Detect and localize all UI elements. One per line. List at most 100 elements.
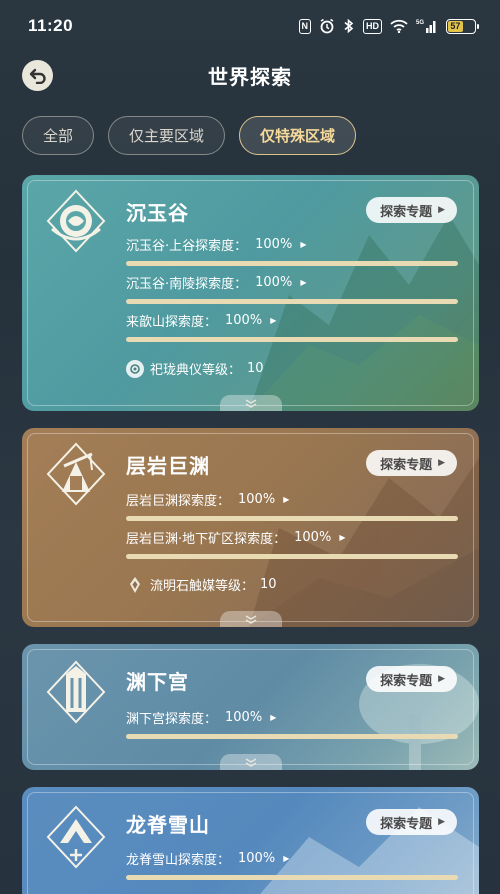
topic-button-label: 探索专题 (380, 457, 433, 473)
progress-track (126, 734, 458, 739)
signal-icon: 5G (416, 18, 438, 34)
progress-row: 层岩巨渊·地下矿区探索度： 100% ▶ (126, 528, 458, 559)
region-name: 龙脊雪山 (126, 813, 210, 837)
progress-label: 来歆山探索度： 100% ▶ (126, 311, 458, 330)
progress-fill (126, 261, 458, 266)
progress-row: 沉玉谷·上谷探索度： 100% ▶ (126, 235, 458, 266)
progress-label-text: 来歆山探索度： (126, 314, 218, 330)
progress-label-text: 沉玉谷·南陵探索度： (126, 276, 248, 292)
progress-track (126, 875, 458, 880)
caret-right-icon: ▶ (300, 277, 307, 287)
progress-row: 渊下宫探索度： 100% ▶ (126, 708, 458, 739)
caret-right-icon: ▶ (339, 532, 346, 542)
play-arrow-icon: ▶ (438, 674, 445, 684)
header: 世界探索 (0, 52, 500, 100)
caret-right-icon: ▶ (270, 712, 277, 722)
progress-value: 100% (255, 236, 293, 252)
region-card-chenyu-valley[interactable]: 沉玉谷 探索专题 ▶ 沉玉谷·上谷探索度： 100% ▶ 沉玉谷·南陵探索度： … (22, 175, 479, 411)
progress-label-text: 渊下宫探索度： (126, 711, 218, 727)
tab-special-regions[interactable]: 仅特殊区域 (239, 116, 357, 155)
status-icons: N HD 5G 57 (298, 18, 479, 34)
progress-fill (126, 337, 458, 342)
progress-value: 100% (238, 491, 276, 507)
level-row: 流明石触媒等级： 10 (126, 575, 277, 594)
progress-track (126, 554, 458, 559)
wifi-icon (390, 19, 408, 33)
hd-icon: HD (363, 18, 382, 34)
progress-track (126, 516, 458, 521)
progress-fill (126, 299, 458, 304)
topic-button[interactable]: 探索专题 ▶ (366, 809, 457, 835)
level-label: 流明石触媒等级： (150, 579, 255, 594)
progress-track (126, 299, 458, 304)
topic-button-label: 探索专题 (380, 204, 433, 220)
topic-button[interactable]: 探索专题 ▶ (366, 666, 457, 692)
progress-fill (126, 554, 458, 559)
progress-row: 来歆山探索度： 100% ▶ (126, 311, 458, 342)
caret-right-icon: ▶ (283, 494, 290, 504)
battery-icon: 57 (446, 18, 479, 34)
level-row: 祀珑典仪等级： 10 (126, 359, 264, 378)
caret-right-icon: ▶ (300, 239, 307, 249)
topic-button[interactable]: 探索专题 ▶ (366, 450, 457, 476)
progress-value: 100% (225, 312, 263, 328)
level-value: 10 (260, 577, 277, 592)
progress-label-text: 龙脊雪山探索度： (126, 852, 231, 868)
page-title: 世界探索 (208, 65, 292, 89)
chevron-down-icon (245, 758, 256, 767)
region-card-chasm[interactable]: 层岩巨渊 探索专题 ▶ 层岩巨渊探索度： 100% ▶ 层岩巨渊·地下矿区探索度… (22, 428, 479, 627)
progress-row: 沉玉谷·南陵探索度： 100% ▶ (126, 273, 458, 304)
play-arrow-icon: ▶ (438, 458, 445, 468)
filter-tabs: 全部 仅主要区域 仅特殊区域 (22, 116, 357, 155)
lumenstone-icon (126, 576, 144, 594)
progress-label: 沉玉谷·南陵探索度： 100% ▶ (126, 273, 458, 292)
ritual-level-icon (126, 359, 144, 378)
progress-label-text: 层岩巨渊·地下矿区探索度： (126, 531, 287, 547)
light-decoration (359, 664, 479, 770)
progress-track (126, 261, 458, 266)
play-arrow-icon: ▶ (438, 205, 445, 215)
caret-right-icon: ▶ (283, 853, 290, 863)
region-name: 沉玉谷 (126, 201, 189, 225)
region-card-dragonspine[interactable]: 龙脊雪山 探索专题 ▶ 龙脊雪山探索度： 100% ▶ (22, 787, 479, 894)
svg-text:5G: 5G (416, 20, 424, 26)
expand-button[interactable] (219, 395, 282, 411)
progress-value: 100% (225, 709, 263, 725)
alarm-icon (319, 18, 335, 34)
nfc-icon: N (298, 18, 311, 34)
topic-button-label: 探索专题 (380, 816, 433, 832)
expand-button[interactable] (219, 611, 282, 627)
progress-label-text: 沉玉谷·上谷探索度： (126, 238, 248, 254)
dragonspine-emblem-icon (46, 805, 106, 869)
battery-level: 57 (448, 20, 463, 32)
chevron-down-icon (245, 615, 256, 624)
topic-button[interactable]: 探索专题 ▶ (366, 197, 457, 223)
topic-button-label: 探索专题 (380, 673, 433, 689)
progress-value: 100% (238, 850, 276, 866)
progress-row: 龙脊雪山探索度： 100% ▶ (126, 849, 458, 880)
progress-label: 沉玉谷·上谷探索度： 100% ▶ (126, 235, 458, 254)
progress-value: 100% (294, 529, 332, 545)
tab-main-regions[interactable]: 仅主要区域 (108, 116, 226, 155)
enkanomiya-emblem-icon (46, 660, 106, 724)
progress-track (126, 337, 458, 342)
level-value: 10 (247, 361, 264, 376)
chevron-down-icon (245, 399, 256, 408)
region-name: 渊下宫 (126, 670, 189, 694)
bluetooth-icon (343, 18, 355, 34)
chasm-emblem-icon (46, 442, 106, 506)
progress-fill (126, 875, 458, 880)
progress-row: 层岩巨渊探索度： 100% ▶ (126, 490, 458, 521)
expand-button[interactable] (219, 754, 282, 770)
progress-fill (126, 516, 458, 521)
tab-all[interactable]: 全部 (22, 116, 95, 155)
progress-label: 层岩巨渊探索度： 100% ▶ (126, 490, 458, 509)
caret-right-icon: ▶ (270, 315, 277, 325)
region-card-enkanomiya[interactable]: 渊下宫 探索专题 ▶ 渊下宫探索度： 100% ▶ (22, 644, 479, 770)
progress-value: 100% (255, 274, 293, 290)
region-name: 层岩巨渊 (126, 454, 210, 478)
progress-label-text: 层岩巨渊探索度： (126, 493, 231, 509)
progress-label: 龙脊雪山探索度： 100% ▶ (126, 849, 458, 868)
status-time: 11:20 (28, 16, 74, 35)
play-arrow-icon: ▶ (438, 817, 445, 827)
